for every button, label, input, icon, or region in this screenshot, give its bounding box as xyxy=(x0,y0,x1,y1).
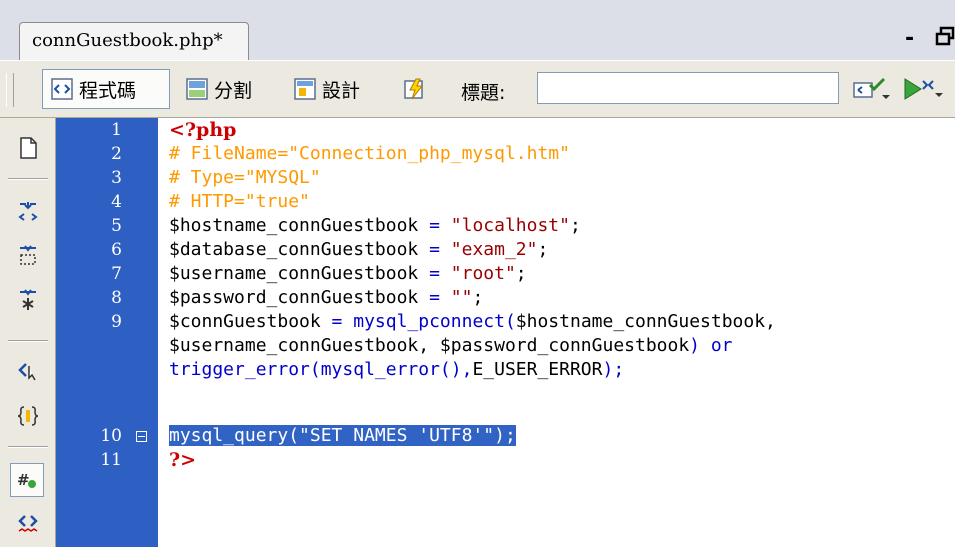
code-operator: = xyxy=(418,239,451,260)
line-numbers-icon: # xyxy=(17,471,36,489)
code-view-icon xyxy=(51,78,73,100)
line-number: 1 xyxy=(111,120,122,140)
open-documents-icon[interactable] xyxy=(16,136,40,160)
document-tab[interactable]: connGuestbook.php* xyxy=(19,22,249,60)
code-line-wrapped: trigger_error(mysql_error(),E_USER_ERROR… xyxy=(169,358,624,382)
expand-all-icon[interactable] xyxy=(16,288,40,312)
code-line: # Type="MYSQL" xyxy=(169,167,321,188)
code-variable: $hostname_connGuestbook xyxy=(169,215,419,236)
validate-icon[interactable] xyxy=(852,77,890,101)
code-punct: ; xyxy=(569,215,581,236)
collapse-selection-icon[interactable] xyxy=(16,244,40,268)
code-punct: ); xyxy=(602,359,625,380)
code-line: $username_connGuestbook = "root"; xyxy=(169,262,527,286)
line-number: 8 xyxy=(111,288,122,308)
code-operator: = xyxy=(320,311,354,332)
design-view-icon xyxy=(294,78,316,100)
code-variable: $password_connGuestbook xyxy=(169,287,419,308)
code-line: $database_connGuestbook = "exam_2"; xyxy=(169,238,548,262)
toolbar-separator xyxy=(8,446,48,448)
document-tab-label: connGuestbook.php* xyxy=(32,30,223,51)
document-tab-bar: connGuestbook.php* - xyxy=(0,0,955,60)
design-view-button[interactable]: 設計 xyxy=(286,69,386,109)
line-number: 5 xyxy=(111,216,122,236)
code-operator: = xyxy=(418,215,451,236)
svg-text:#: # xyxy=(17,471,30,489)
code-string: "root" xyxy=(450,263,516,284)
code-line: $connGuestbook = mysql_pconnect($hostnam… xyxy=(169,310,776,334)
select-parent-tag-icon[interactable] xyxy=(16,358,40,382)
code-line: # HTTP="true" xyxy=(169,191,310,212)
restore-window-icon[interactable] xyxy=(935,22,955,50)
coding-toolbar: # xyxy=(0,118,56,547)
code-line: ?> xyxy=(169,448,196,473)
code-line: mysql_query("SET NAMES 'UTF8'"); xyxy=(169,424,516,448)
code-string: "" xyxy=(450,287,473,308)
code-variable: $connGuestbook xyxy=(169,311,321,332)
code-constant: E_USER_ERROR xyxy=(472,359,603,380)
code-string: "localhost" xyxy=(450,215,570,236)
line-number: 6 xyxy=(111,240,122,260)
code-operator: = xyxy=(418,287,451,308)
balance-braces-icon[interactable] xyxy=(16,404,40,428)
code-arguments: $username_connGuestbook, $password_connG… xyxy=(169,335,690,356)
minimize-button[interactable]: - xyxy=(905,26,914,51)
document-toolbar: 程式碼 分割 設計 標題: xyxy=(0,60,955,118)
code-line: $password_connGuestbook = ""; xyxy=(169,286,483,310)
code-fold-toggle[interactable] xyxy=(136,431,147,442)
code-variable: $database_connGuestbook xyxy=(169,239,419,260)
line-number: 7 xyxy=(111,264,122,284)
line-number-gutter: 1 2 3 4 5 6 7 8 9 10 11 xyxy=(56,118,158,547)
line-number: 9 xyxy=(111,312,122,332)
page-title-label: 標題: xyxy=(461,82,506,104)
code-view-button[interactable]: 程式碼 xyxy=(42,69,170,109)
code-editor[interactable]: 1 2 3 4 5 6 7 8 9 10 11 <?php # FileName… xyxy=(56,118,955,547)
code-line: # FileName="Connection_php_mysql.htm" xyxy=(169,143,570,164)
code-variable: $username_connGuestbook xyxy=(169,263,419,284)
preview-icon[interactable] xyxy=(903,77,951,101)
code-punct: ; xyxy=(472,287,484,308)
live-data-button[interactable] xyxy=(396,69,442,109)
code-line: $hostname_connGuestbook = "localhost"; xyxy=(169,214,581,238)
highlight-invalid-code-icon[interactable] xyxy=(16,510,40,534)
split-view-icon xyxy=(186,78,208,100)
selected-code[interactable]: mysql_query("SET NAMES 'UTF8'"); xyxy=(169,425,516,446)
line-number: 11 xyxy=(100,450,122,470)
line-number: 3 xyxy=(111,168,122,188)
code-function: mysql_pconnect( xyxy=(353,311,516,332)
code-line: <?php xyxy=(169,118,236,143)
page-title-input[interactable] xyxy=(537,72,839,104)
toolbar-separator xyxy=(8,340,48,342)
design-view-label: 設計 xyxy=(322,79,361,102)
php-close-tag: ?> xyxy=(169,449,197,471)
split-view-button[interactable]: 分割 xyxy=(178,69,278,109)
code-line-wrapped: $username_connGuestbook, $password_connG… xyxy=(169,334,733,358)
live-data-icon xyxy=(404,78,424,100)
code-arguments: $hostname_connGuestbook, xyxy=(515,311,776,332)
code-view-label: 程式碼 xyxy=(79,79,137,102)
code-operator: = xyxy=(418,263,451,284)
code-string: "exam_2" xyxy=(450,239,538,260)
php-open-tag: <?php xyxy=(169,119,237,141)
code-punct: ; xyxy=(537,239,549,260)
code-function: mysql_error(), xyxy=(320,359,473,380)
code-punct: ; xyxy=(515,263,527,284)
toolbar-grip[interactable] xyxy=(6,73,14,107)
toolbar-separator xyxy=(8,178,48,180)
code-keyword: ) or xyxy=(689,335,733,356)
line-number: 4 xyxy=(111,192,122,212)
line-numbers-toggle[interactable]: # xyxy=(10,463,44,497)
line-number: 10 xyxy=(100,426,122,446)
collapse-full-tag-icon[interactable] xyxy=(16,200,40,224)
line-number: 2 xyxy=(111,144,122,164)
code-function: trigger_error( xyxy=(169,359,321,380)
split-view-label: 分割 xyxy=(214,79,253,102)
